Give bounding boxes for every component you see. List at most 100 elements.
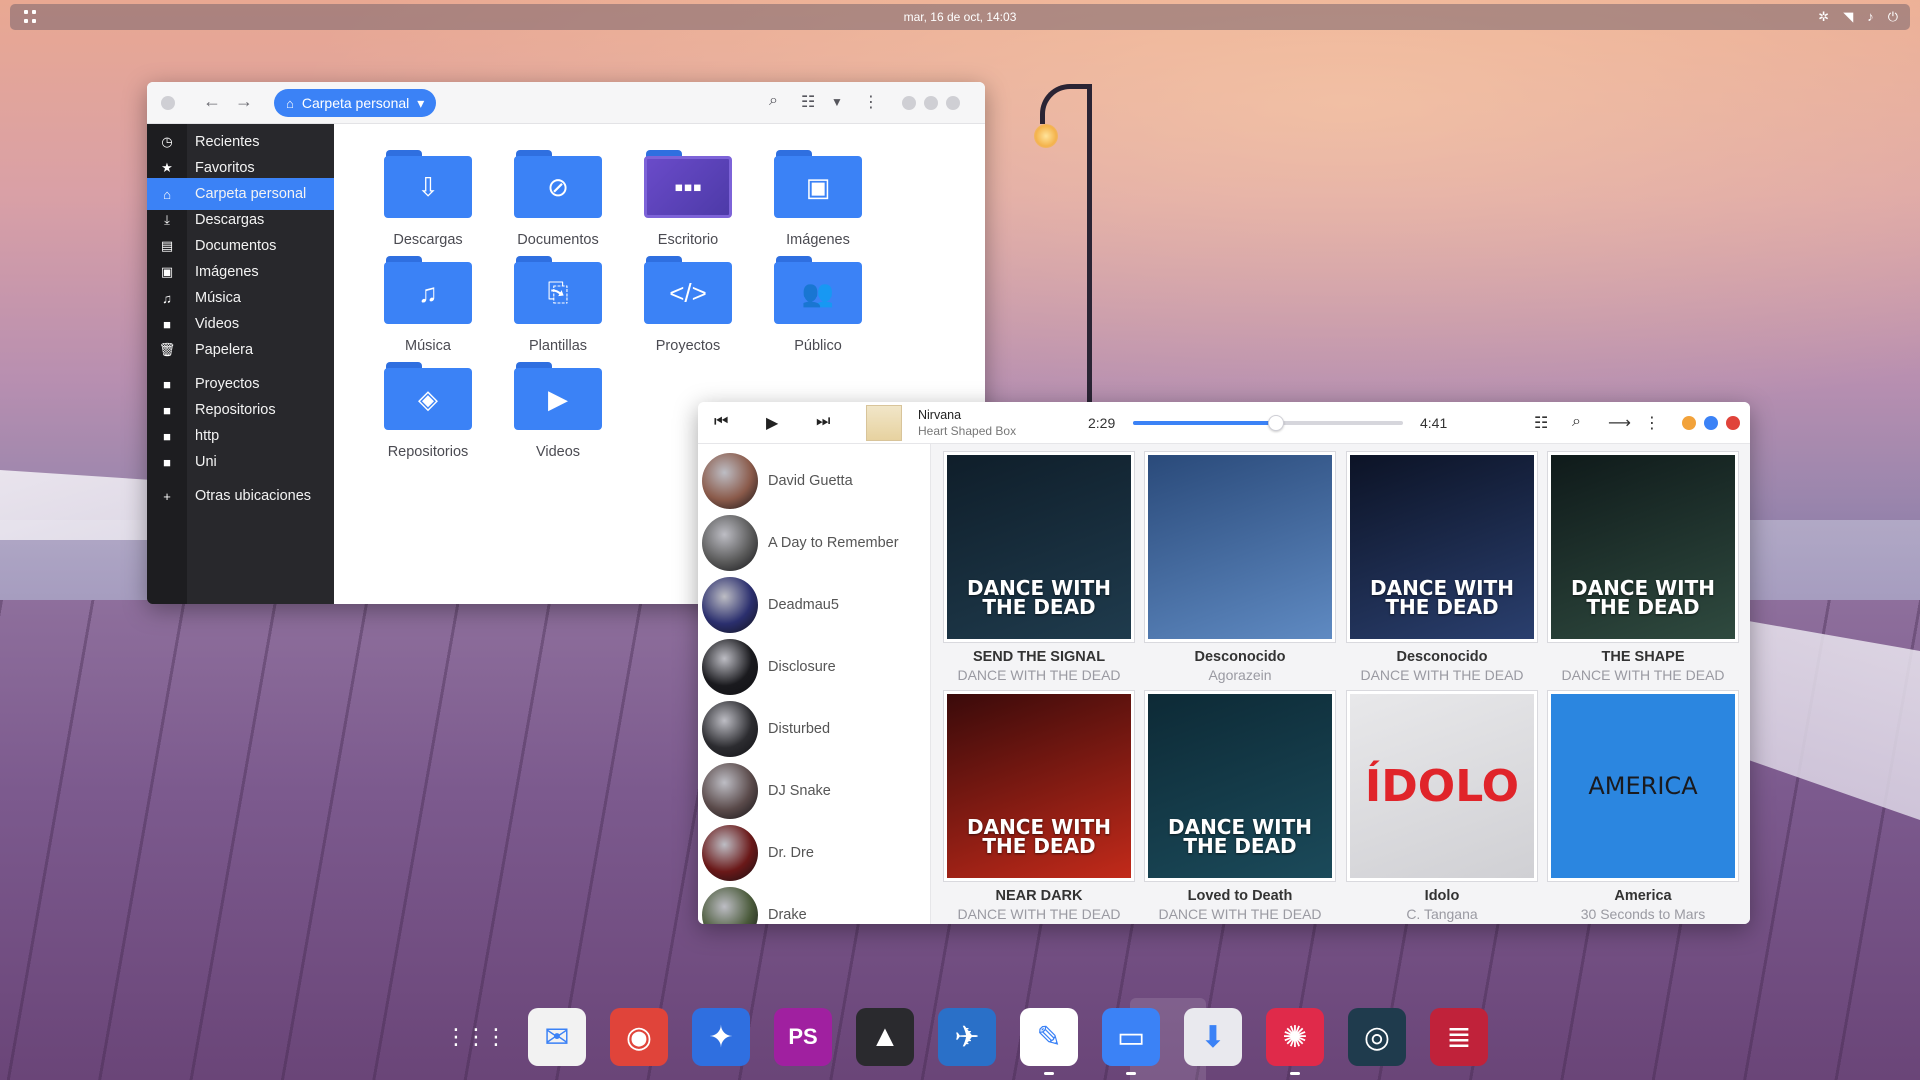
back-arrow-icon[interactable]: ←	[203, 91, 221, 112]
artist-row[interactable]: Disturbed	[698, 698, 930, 760]
list-view-icon[interactable]: ☷	[801, 92, 815, 112]
artist-row[interactable]: Disclosure	[698, 636, 930, 698]
dock-chrome-icon[interactable]: ◉	[610, 1008, 668, 1066]
album-title: NEAR DARK	[995, 888, 1083, 904]
dock-text-editor-icon[interactable]: ✎	[1020, 1008, 1078, 1066]
view-options-chevron-icon[interactable]: ▼	[831, 95, 843, 109]
folder-documentos[interactable]: ⊘ Documentos	[488, 150, 628, 270]
folder-repositorios[interactable]: ◈ Repositorios	[358, 362, 498, 482]
sidebar-item-uni[interactable]: ■ Uni	[147, 446, 334, 478]
trash-icon: 🗑	[158, 342, 176, 357]
power-icon[interactable]: ⏻	[1888, 9, 1898, 25]
folder-icon: ▪▪▪	[644, 150, 732, 218]
album-cover	[1145, 452, 1335, 642]
dock-audio-icon[interactable]: ◎	[1348, 1008, 1406, 1066]
maximize-button[interactable]	[1704, 416, 1718, 430]
dock-thunderbird-icon[interactable]: ✈	[938, 1008, 996, 1066]
search-icon[interactable]: ⌕	[1572, 413, 1581, 431]
clock[interactable]: mar, 16 de oct, 14:03	[10, 10, 1910, 24]
dock-app-grid-icon[interactable]: ⋮⋮⋮	[445, 1008, 507, 1066]
volume-icon[interactable]: ♪	[1867, 9, 1874, 25]
location-button[interactable]: ⌂ Carpeta personal ▾	[274, 89, 437, 117]
settings-icon[interactable]: ✲	[1818, 9, 1829, 25]
previous-track-icon[interactable]: ⏮	[714, 413, 728, 431]
album-cover: AMERICA	[1548, 691, 1738, 881]
album-card[interactable]: DANCE WITH THE DEAD THE SHAPE DANCE WITH T…	[1545, 452, 1741, 687]
folder-icon: ⊘	[514, 150, 602, 218]
folder-plantillas[interactable]: ⎘ Plantillas	[488, 256, 628, 376]
search-icon[interactable]: ⌕	[769, 92, 778, 110]
sidebar-item-papelera[interactable]: 🗑 Papelera	[147, 334, 334, 366]
list-view-icon[interactable]: ☷	[1534, 413, 1548, 433]
forward-arrow-icon[interactable]: →	[235, 91, 253, 112]
folder-música[interactable]: ♫ Música	[358, 256, 498, 376]
window-menu-dot[interactable]	[161, 96, 175, 110]
menu-icon[interactable]: ⋮	[863, 92, 879, 112]
menu-icon[interactable]: ⋮	[1644, 413, 1660, 433]
folder-proyectos[interactable]: </> Proyectos	[618, 256, 758, 376]
artist-row[interactable]: A Day to Remember	[698, 512, 930, 574]
dock-phpstorm-icon[interactable]: PS	[774, 1008, 832, 1066]
album-cover: DANCE WITH THE DEAD	[1145, 691, 1335, 881]
home-icon: ⌂	[286, 95, 294, 111]
shuffle-icon[interactable]: ⟶	[1608, 413, 1631, 433]
album-title: THE SHAPE	[1601, 649, 1685, 665]
folder-glyph: ▶	[514, 368, 602, 430]
close-button[interactable]	[1726, 416, 1740, 430]
system-tray[interactable]: ✲ ◥ ♪ ⏻	[1818, 9, 1898, 25]
sidebar-item-label: Favoritos	[195, 160, 255, 176]
running-indicator	[1044, 1072, 1054, 1075]
dock-inkscape-icon[interactable]: ▲	[856, 1008, 914, 1066]
seek-knob[interactable]	[1268, 415, 1285, 431]
album-cover-text: ÍDOLO	[1364, 761, 1520, 813]
folder-descargas[interactable]: ⇩ Descargas	[358, 150, 498, 270]
artist-row[interactable]: Dr. Dre	[698, 822, 930, 884]
folder-glyph: </>	[644, 262, 732, 324]
folder-name: Repositorios	[387, 444, 469, 460]
minimize-button[interactable]	[902, 96, 916, 110]
album-card[interactable]: DANCE WITH THE DEAD Desconocido DANCE WITH…	[1344, 452, 1540, 687]
folder-name: Escritorio	[657, 232, 719, 248]
sidebar-item-label: Descargas	[195, 212, 265, 228]
album-artist: DANCE WITH THE DEAD	[957, 906, 1121, 922]
artist-avatar	[702, 825, 758, 881]
maximize-button[interactable]	[924, 96, 938, 110]
sidebar-item-otras-ubicaciones[interactable]: + Otras ubicaciones	[147, 480, 334, 512]
folder-name: Documentos	[517, 232, 599, 248]
dock-music-player-icon[interactable]: ✺	[1266, 1008, 1324, 1066]
album-card[interactable]: AMERICA America 30 Seconds to Mars	[1545, 691, 1741, 924]
album-card[interactable]: DANCE WITH THE DEAD SEND THE SIGNAL DANCE …	[941, 452, 1137, 687]
folder-glyph: ⇩	[384, 156, 472, 218]
dock-files-icon[interactable]: ▭	[1102, 1008, 1160, 1066]
artist-row[interactable]: Deadmau5	[698, 574, 930, 636]
folder-público[interactable]: 👥 Público	[748, 256, 888, 376]
album-card[interactable]: DANCE WITH THE DEAD NEAR DARK DANCE WITH T…	[941, 691, 1137, 924]
album-card[interactable]: Desconocido Agorazein	[1142, 452, 1338, 687]
minimize-button[interactable]	[1682, 416, 1696, 430]
close-button[interactable]	[946, 96, 960, 110]
artist-row[interactable]: Drake	[698, 884, 930, 924]
artist-row[interactable]: David Guetta	[698, 450, 930, 512]
seek-bar[interactable]	[1133, 415, 1403, 431]
sidebar-item-label: Recientes	[195, 134, 260, 150]
folder-icon: 👥	[774, 256, 862, 324]
album-cover-text: DANCE WITH THE DEAD	[1167, 815, 1312, 858]
album-card[interactable]: DANCE WITH THE DEAD Loved to Death DANCE W…	[1142, 691, 1338, 924]
artist-row[interactable]: DJ Snake	[698, 760, 930, 822]
album-card[interactable]: ÍDOLO Idolo C. Tangana	[1344, 691, 1540, 924]
folder-glyph: ⎘	[514, 262, 602, 324]
folder-name: Música	[405, 338, 451, 354]
play-icon[interactable]: ▶	[766, 413, 778, 433]
dock-safari-icon[interactable]: ✦	[692, 1008, 750, 1066]
dock-software-icon[interactable]: ⬇	[1184, 1008, 1242, 1066]
next-track-icon[interactable]: ⏭	[816, 413, 830, 431]
artist-list[interactable]: David Guetta A Day to Remember Deadmau5 Dis…	[698, 444, 931, 924]
folder-icon: </>	[644, 256, 732, 324]
dock-mail-icon[interactable]: ✉	[528, 1008, 586, 1066]
album-artist: DANCE WITH THE DEAD	[957, 667, 1121, 683]
folder-videos[interactable]: ▶ Videos	[488, 362, 628, 482]
wifi-icon[interactable]: ◥	[1843, 9, 1853, 25]
folder-imágenes[interactable]: ▣ Imágenes	[748, 150, 888, 270]
dock-notes-icon[interactable]: ≣	[1430, 1008, 1488, 1066]
folder-escritorio[interactable]: ▪▪▪ Escritorio	[618, 150, 758, 270]
